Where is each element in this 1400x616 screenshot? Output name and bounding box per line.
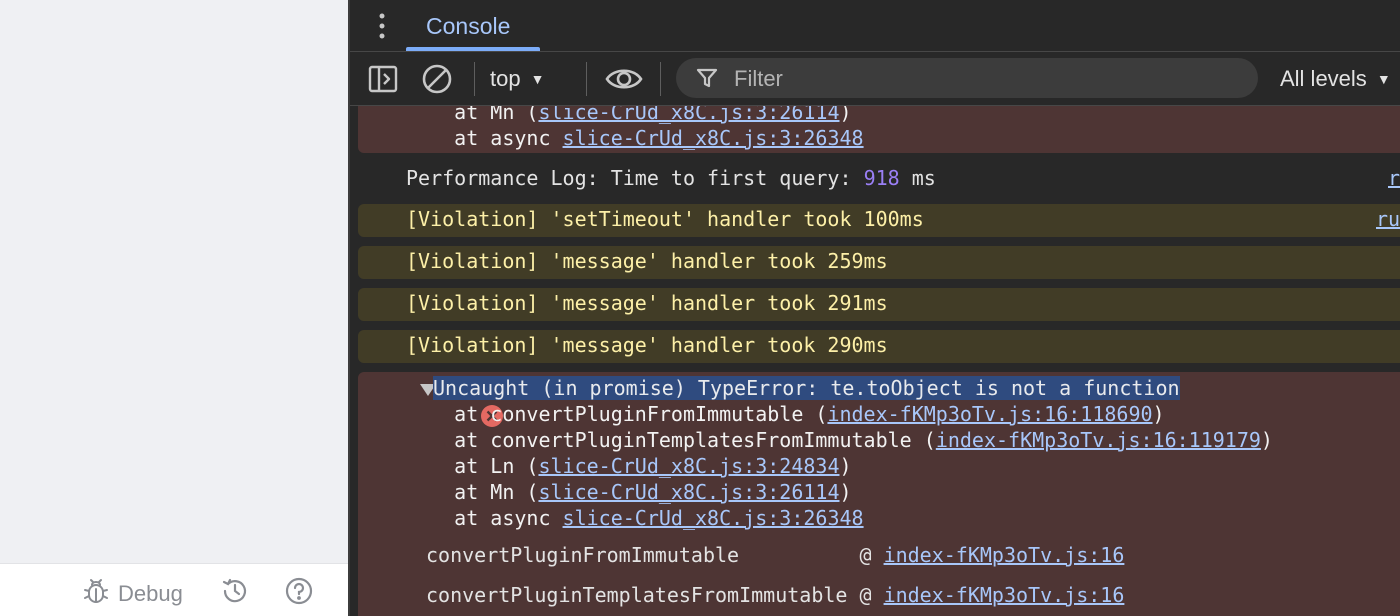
source-link[interactable]: r (1388, 165, 1400, 191)
source-link[interactable]: slice-CrUd_x8C.js:3:24834 (538, 454, 839, 478)
stack-line: at async slice-CrUd_x8C.js:3:26348 (406, 506, 864, 530)
console-toolbar: top ▼ All levels ▼ (350, 52, 1400, 106)
devtools-tabbar: Console (350, 0, 1400, 52)
source-link[interactable]: ru (1376, 206, 1400, 232)
stack-line: at Ln (slice-CrUd_x8C.js:3:24834) (406, 454, 852, 478)
violation-text: [Violation] 'message' handler took 290ms (406, 333, 888, 357)
help-icon (284, 576, 314, 611)
console-log: at Mn (slice-CrUd_x8C.js:3:26114) at asy… (350, 106, 1400, 616)
stack-line: at async slice-CrUd_x8C.js:3:26348 (406, 126, 864, 150)
violation-text: [Violation] 'message' handler took 259ms (406, 249, 888, 273)
filter-input[interactable] (732, 64, 1236, 94)
violation-text: [Violation] 'message' handler took 291ms (406, 291, 888, 315)
toolbar-separator (586, 62, 587, 96)
debug-label: Debug (118, 580, 183, 606)
eye-icon[interactable] (604, 62, 644, 96)
sidebar-toggle-icon[interactable] (366, 62, 400, 96)
source-link[interactable]: slice-CrUd_x8C.js:3:26348 (563, 506, 864, 530)
source-link[interactable]: index-fKMp3oTv.js:16 (884, 543, 1125, 567)
toolbar-separator (660, 62, 661, 96)
bug-icon (82, 576, 110, 611)
app-pane: Debug (0, 0, 348, 616)
help-button[interactable] (284, 576, 314, 611)
log-levels-value: All levels (1280, 66, 1367, 91)
toolbar-separator (474, 62, 475, 96)
console-message-violation: [Violation] 'setTimeout' handler took 10… (358, 204, 1400, 237)
source-link[interactable]: slice-CrUd_x8C.js:3:26114 (538, 106, 839, 124)
tab-console[interactable]: Console (406, 0, 540, 51)
source-link[interactable]: slice-CrUd_x8C.js:3:26114 (538, 480, 839, 504)
caret-down-icon: ▼ (530, 71, 545, 87)
console-message-error: Uncaught (in promise) TypeError: te.toOb… (358, 372, 1400, 616)
console-message-log: Performance Log: Time to first query: 91… (358, 160, 1400, 196)
source-link[interactable]: index-fKMp3oTv.js:16:118690 (827, 402, 1152, 426)
history-icon (220, 576, 250, 611)
console-message-violation: [Violation] 'message' handler took 291ms (358, 288, 1400, 321)
stack-line: at convertPluginTemplatesFromImmutable (… (406, 428, 1273, 452)
tab-console-label: Console (426, 13, 511, 39)
stack-line: at Mn (slice-CrUd_x8C.js:3:26114) (406, 106, 851, 125)
log-number: 918 (863, 166, 900, 190)
log-text: Performance Log: Time to first query: 91… (406, 166, 936, 190)
stack-line: at convertPluginFromImmutable (index-fKM… (406, 402, 1165, 426)
error-icon (384, 380, 504, 427)
stack-frame: convertPluginTemplatesFromImmutable @ in… (426, 583, 1125, 607)
source-link[interactable]: slice-CrUd_x8C.js:3:26348 (563, 126, 864, 150)
filter-field[interactable] (676, 58, 1258, 98)
console-message-violation: [Violation] 'message' handler took 259ms (358, 246, 1400, 279)
clear-console-icon[interactable] (420, 62, 454, 96)
context-value: top (490, 66, 521, 91)
debug-button[interactable]: Debug (82, 576, 183, 611)
source-link[interactable]: index-fKMp3oTv.js:16 (884, 583, 1125, 607)
violation-text: [Violation] 'setTimeout' handler took 10… (406, 207, 924, 231)
stack-frame: convertPluginFromImmutable @ index-fKMp3… (426, 543, 1125, 567)
filter-icon (696, 67, 718, 94)
active-tab-indicator (406, 47, 540, 51)
source-link[interactable]: index-fKMp3oTv.js:16:119179 (936, 428, 1261, 452)
history-button[interactable] (220, 576, 250, 611)
app-footer: Debug (0, 563, 348, 616)
devtools-panel: Console top ▼ Filter All levels ▼ at Mn … (350, 0, 1400, 616)
context-selector[interactable]: top ▼ (490, 62, 544, 96)
log-levels-dropdown[interactable]: All levels ▼ (1280, 62, 1391, 96)
selected-text: Uncaught (in promise) TypeError: te.toOb… (433, 376, 1180, 400)
console-message-violation: [Violation] 'message' handler took 290ms (358, 330, 1400, 363)
stack-line: at Mn (slice-CrUd_x8C.js:3:26114) (406, 480, 852, 504)
caret-down-icon: ▼ (1376, 71, 1391, 87)
more-options-icon[interactable] (374, 12, 390, 40)
console-message-error: at Mn (slice-CrUd_x8C.js:3:26114) at asy… (358, 106, 1400, 153)
error-headline[interactable]: Uncaught (in promise) TypeError: te.toOb… (433, 375, 1180, 401)
